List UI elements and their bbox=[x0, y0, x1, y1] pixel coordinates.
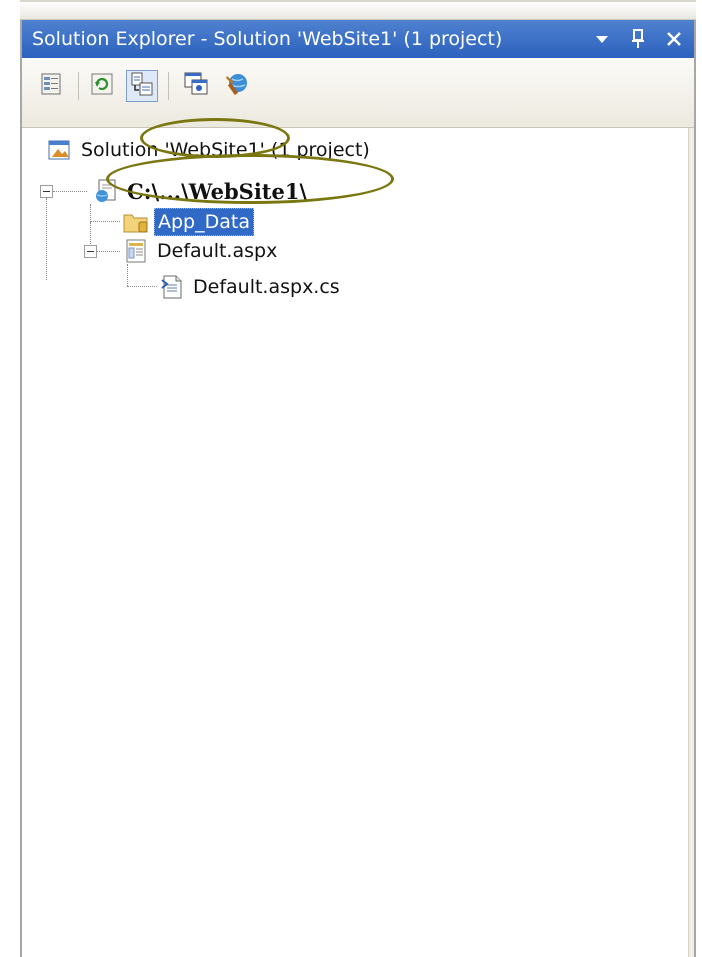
view-designer-icon bbox=[183, 71, 209, 101]
csharp-file-icon bbox=[158, 273, 186, 301]
app-data-label: App_Data bbox=[154, 208, 254, 236]
properties-icon bbox=[39, 71, 65, 101]
solution-icon bbox=[46, 136, 74, 164]
panel-title-bar[interactable]: Solution Explorer - Solution 'WebSite1' … bbox=[22, 20, 694, 58]
expand-collapse-project[interactable] bbox=[40, 185, 53, 198]
tree-connector bbox=[46, 198, 47, 280]
title-buttons bbox=[592, 20, 684, 58]
refresh-button[interactable] bbox=[86, 70, 118, 102]
tree-connector bbox=[90, 221, 120, 222]
view-designer-button[interactable] bbox=[180, 70, 212, 102]
tree-node-default-aspx-cs[interactable]: Default.aspx.cs bbox=[158, 270, 343, 304]
solution-explorer-panel: Solution Explorer - Solution 'WebSite1' … bbox=[20, 20, 696, 957]
web-configuration-icon bbox=[222, 70, 250, 102]
aspx-page-icon bbox=[122, 237, 150, 265]
panel-title: Solution Explorer - Solution 'WebSite1' … bbox=[32, 28, 503, 50]
explorer-toolbar bbox=[22, 58, 694, 128]
pin-icon[interactable] bbox=[628, 28, 648, 50]
tree-node-solution[interactable]: Solution 'WebSite1' (1 project) bbox=[46, 133, 373, 167]
tree-connector bbox=[96, 251, 120, 252]
tree-node-project[interactable]: C:\...\WebSite1\ bbox=[92, 174, 310, 208]
default-aspx-label: Default.aspx bbox=[157, 240, 278, 262]
refresh-icon bbox=[89, 71, 115, 101]
expand-collapse-default-aspx[interactable] bbox=[84, 245, 97, 258]
solution-label: Solution 'WebSite1' (1 project) bbox=[81, 139, 370, 161]
toolbar-separator bbox=[78, 72, 79, 100]
solution-tree: Solution 'WebSite1' (1 project) C:\...\W… bbox=[22, 118, 686, 957]
web-project-icon bbox=[92, 177, 120, 205]
default-aspx-cs-label: Default.aspx.cs bbox=[193, 276, 340, 298]
screenshot-canvas: Solution Explorer - Solution 'WebSite1' … bbox=[0, 0, 702, 957]
tree-connector bbox=[53, 191, 87, 192]
folder-icon bbox=[122, 208, 150, 236]
vertical-scrollbar[interactable] bbox=[688, 128, 694, 957]
web-configuration-button[interactable] bbox=[220, 70, 252, 102]
tree-connector bbox=[90, 204, 91, 222]
close-icon[interactable] bbox=[664, 28, 684, 50]
tree-node-default-aspx[interactable]: Default.aspx bbox=[122, 234, 280, 268]
host-window-edge bbox=[20, 0, 696, 20]
properties-button[interactable] bbox=[36, 70, 68, 102]
project-label: C:\...\WebSite1\ bbox=[127, 178, 308, 204]
tree-connector bbox=[127, 286, 157, 287]
nest-files-icon bbox=[129, 71, 155, 101]
toolbar-separator bbox=[168, 72, 169, 100]
nest-files-button[interactable] bbox=[126, 70, 158, 102]
dropdown-arrow-icon[interactable] bbox=[592, 28, 612, 50]
